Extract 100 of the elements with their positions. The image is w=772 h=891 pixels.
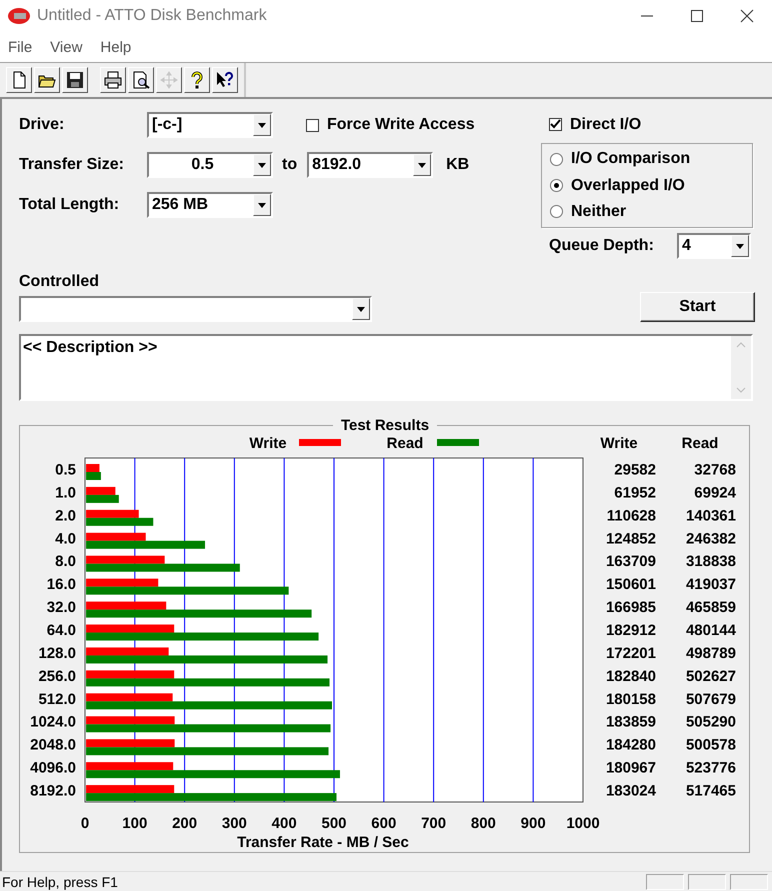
axis-tick-label: 100 [122,815,148,832]
axis-tick-label: 500 [321,815,347,832]
caret-icon [736,244,744,248]
category-label: 16.0 [46,576,76,594]
table-cell: 498789 [686,644,736,662]
queue-depth-dropdown[interactable]: 4 [677,233,751,259]
group-title: Test Results [340,417,430,434]
status-pane [730,874,768,890]
status-pane [646,874,684,890]
checkbox-label: Direct I/O [570,116,642,134]
table-cell: 246382 [686,530,736,548]
table-cell: 183024 [606,782,656,800]
pointer-question-icon[interactable] [216,71,234,89]
axis-tick-label: 300 [222,815,247,832]
field-label: Transfer Size: [19,156,125,174]
legend-label: Read [386,435,424,452]
category-label: 128.0 [38,644,76,662]
category-label: 0.5 [55,461,76,478]
axis-tick-label: 0 [80,815,90,832]
controlled-dropdown[interactable] [19,296,372,322]
close-icon[interactable] [740,9,754,23]
status-pane [688,874,726,890]
drive-dropdown[interactable]: [-c-] [147,112,273,138]
category-label: 2.0 [55,507,76,524]
size-to-dropdown[interactable]: 8192.0 [307,152,434,178]
category-label: 2048.0 [30,736,76,754]
table-cell: 163709 [606,553,656,570]
table-cell: 124852 [606,530,656,548]
printer-icon[interactable] [104,71,122,89]
table-cell: 29582 [614,461,656,478]
caret-icon [258,162,266,168]
checkbox[interactable] [549,118,562,132]
size-from-dropdown[interactable]: 0.5 [147,152,273,178]
radio-label: I/O Comparison [571,150,690,168]
window-title: Untitled - ATTO Disk Benchmark [37,7,268,25]
axis-tick-label: 900 [520,815,546,832]
table-cell: 505290 [686,714,736,731]
menu-item[interactable]: File [8,38,32,56]
read-bar [86,472,101,480]
radio-label: Neither [571,202,626,221]
table-cell: 180158 [606,690,656,708]
axis-tick-label: 800 [470,815,496,832]
caret-icon [357,306,365,312]
field-label: Drive: [19,116,66,134]
caret-icon [258,202,266,208]
table-cell: 182840 [606,668,656,685]
field-label: Queue Depth: [549,237,655,255]
range-label: to [282,156,298,174]
dropdown-arrow-button[interactable] [253,114,271,136]
magnifier-page-icon[interactable] [132,71,150,89]
dropdown-arrow-button[interactable] [253,154,271,176]
column-header: Read [682,435,718,452]
table-cell: 419037 [686,576,736,594]
checkbox-label: Force Write Access [327,116,475,134]
axis-tick-label: 1000 [566,815,600,832]
app-logo-icon [7,7,31,25]
caret-icon [258,122,266,128]
table-cell: 480144 [686,622,736,639]
table-cell: 61952 [614,484,656,502]
axis-tick-label: 700 [421,815,446,832]
table-cell: 517465 [686,782,736,800]
table-cell: 166985 [606,599,656,616]
table-cell: 172201 [606,644,656,662]
dropdown-arrow-button[interactable] [352,298,370,320]
table-cell: 318838 [686,553,736,570]
radio-button[interactable] [550,179,563,192]
field-label: Controlled [19,273,100,291]
table-cell: 184280 [606,736,656,754]
radio-button[interactable] [550,152,563,166]
length-dropdown[interactable]: 256 MB [147,192,273,218]
table-cell: 502627 [686,668,736,685]
table-cell: 140361 [686,507,736,524]
axis-title: Transfer Rate - MB / Sec [237,834,409,851]
category-label: 1024.0 [30,714,76,731]
table-cell: 182912 [606,622,656,639]
maximize-icon[interactable] [690,9,704,23]
table-cell: 32768 [694,461,736,478]
start-button[interactable]: Start [640,292,755,322]
dropdown-arrow-button[interactable] [731,235,749,257]
dropdown-arrow-button[interactable] [253,194,271,216]
menu-item[interactable]: Help [100,38,132,56]
table-cell: 110628 [606,507,656,524]
axis-tick-label: 200 [172,815,198,832]
table-cell: 180967 [606,760,656,777]
table-cell: 523776 [686,760,736,777]
radio-button[interactable] [550,205,563,218]
category-label: 8192.0 [30,782,76,800]
category-label: 256.0 [38,668,76,685]
checkbox[interactable] [306,118,319,132]
description-box[interactable]: << Description >> [19,334,753,401]
category-label: 32.0 [46,599,76,616]
table-cell: 500578 [686,736,736,754]
axis-tick-label: 400 [272,815,297,832]
table-cell: 69924 [694,484,736,502]
category-label: 4096.0 [30,760,76,777]
dropdown-arrow-button[interactable] [413,154,432,176]
category-label: 8.0 [55,553,76,570]
radio-label: Overlapped I/O [571,176,685,195]
category-label: 4.0 [55,530,76,548]
menu-item[interactable]: View [50,38,82,56]
